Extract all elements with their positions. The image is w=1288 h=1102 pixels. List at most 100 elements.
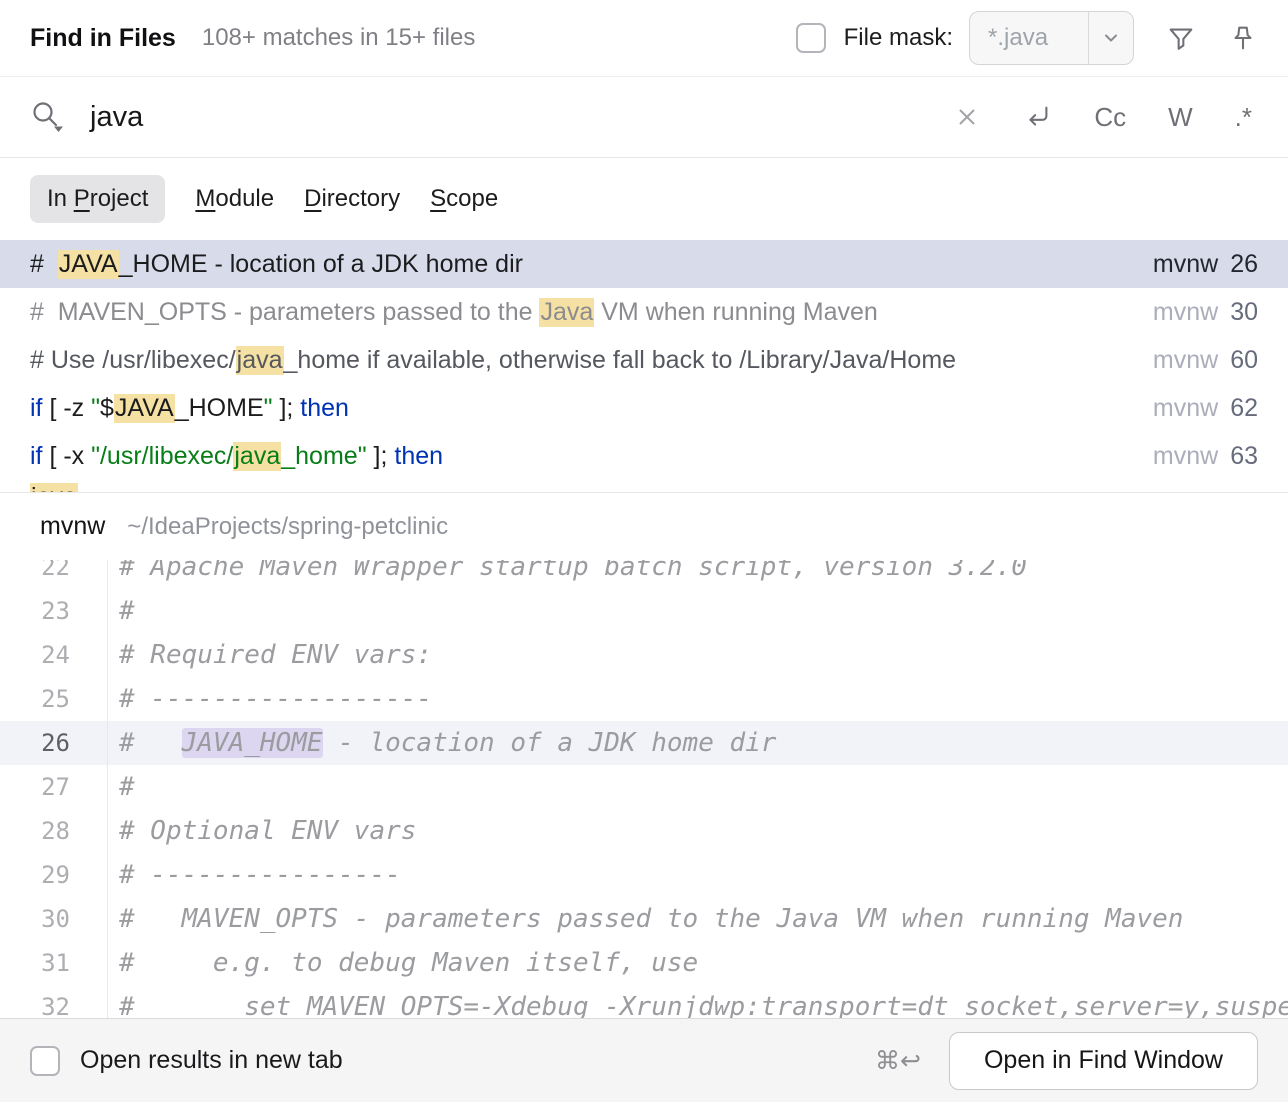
file-mask-combobox[interactable]: *.java bbox=[969, 11, 1134, 65]
tab-mnemonic: P bbox=[74, 185, 90, 212]
chevron-down-icon bbox=[1101, 28, 1121, 48]
filter-button[interactable] bbox=[1166, 23, 1196, 53]
match-highlight: JAVA bbox=[58, 250, 119, 279]
result-row[interactable]: # MAVEN_OPTS - parameters passed to the … bbox=[0, 288, 1288, 336]
pin-button[interactable] bbox=[1228, 23, 1258, 53]
result-row[interactable]: if [ -z "$JAVA_HOME" ]; then mvnw 62 bbox=[0, 384, 1288, 432]
match-case-toggle[interactable]: Cc bbox=[1094, 102, 1126, 133]
result-row[interactable]: # JAVA_HOME - location of a JDK home dir… bbox=[0, 240, 1288, 288]
line-number: 30 bbox=[0, 897, 108, 941]
result-location: mvnw 60 bbox=[1133, 346, 1258, 375]
page-title: Find in Files bbox=[30, 24, 176, 53]
result-line-number: 62 bbox=[1230, 394, 1258, 423]
match-highlight: Java bbox=[539, 298, 594, 327]
editor-line[interactable]: 24# Required ENV vars: bbox=[0, 633, 1288, 677]
editor-line[interactable]: 25# ------------------ bbox=[0, 677, 1288, 721]
line-number: 23 bbox=[0, 589, 108, 633]
result-file-name: mvnw bbox=[1153, 394, 1218, 423]
result-location: mvnw30 bbox=[1133, 298, 1258, 327]
tab-mnemonic: S bbox=[430, 185, 446, 212]
editor-line[interactable]: 23# bbox=[0, 589, 1288, 633]
line-number: 28 bbox=[0, 809, 108, 853]
preview-file-name: mvnw bbox=[40, 512, 105, 541]
open-in-new-tab-checkbox[interactable] bbox=[30, 1046, 60, 1076]
line-number: 31 bbox=[0, 941, 108, 985]
dialog-header: Find in Files 108+ matches in 15+ files … bbox=[0, 0, 1288, 77]
result-text: if [ -x "/usr/libexec/java_home" ]; then bbox=[30, 442, 443, 471]
search-icon[interactable] bbox=[30, 99, 66, 135]
regex-toggle[interactable]: .* bbox=[1235, 102, 1252, 133]
file-mask-checkbox[interactable] bbox=[796, 23, 826, 53]
code-text: # Optional ENV vars bbox=[108, 809, 1288, 853]
code-text: # set MAVEN_OPTS=-Xdebug -Xrunjdwp:trans… bbox=[108, 985, 1288, 1018]
whole-words-toggle[interactable]: W bbox=[1168, 102, 1193, 133]
pin-icon bbox=[1228, 23, 1258, 53]
find-in-files-dialog: Find in Files 108+ matches in 15+ files … bbox=[0, 0, 1288, 1102]
scope-tab-module[interactable]: Module bbox=[195, 175, 274, 223]
editor-line[interactable]: 28# Optional ENV vars bbox=[0, 809, 1288, 853]
dialog-footer: Open results in new tab ⌘↩ Open in Find … bbox=[0, 1018, 1288, 1102]
filter-funnel-icon bbox=[1166, 23, 1196, 53]
preview-file-path: ~/IdeaProjects/spring-petclinic bbox=[127, 513, 448, 541]
editor-line[interactable]: 32# set MAVEN_OPTS=-Xdebug -Xrunjdwp:tra… bbox=[0, 985, 1288, 1018]
result-text: # JAVA_HOME - location of a JDK home dir bbox=[30, 250, 523, 279]
code-text: # ---------------- bbox=[108, 853, 1288, 897]
result-file-name: mvnw bbox=[1153, 250, 1218, 279]
code-text: # Apache Maven Wrapper startup batch scr… bbox=[108, 560, 1288, 589]
editor-line[interactable]: 26# JAVA_HOME - location of a JDK home d… bbox=[0, 721, 1288, 765]
file-mask-dropdown-button[interactable] bbox=[1089, 12, 1133, 64]
open-in-new-tab-label: Open results in new tab bbox=[80, 1046, 343, 1075]
editor-line[interactable]: 27# bbox=[0, 765, 1288, 809]
result-text: # MAVEN_OPTS - parameters passed to the … bbox=[30, 298, 878, 327]
match-highlight: JAVA bbox=[114, 394, 175, 423]
clear-search-icon[interactable] bbox=[954, 104, 980, 130]
editor-line[interactable]: 22# Apache Maven Wrapper startup batch s… bbox=[0, 560, 1288, 589]
result-line-number: 26 bbox=[1230, 250, 1258, 279]
shortcut-hint: ⌘↩ bbox=[875, 1046, 921, 1076]
scope-tabs: In Project Module Directory Scope bbox=[0, 158, 1288, 240]
line-number: 22 bbox=[0, 560, 108, 589]
result-text: java bbox=[30, 483, 78, 492]
match-highlight: java bbox=[30, 483, 78, 492]
scope-tab-in-project[interactable]: In Project bbox=[30, 175, 165, 223]
result-file-name: mvnw bbox=[1153, 346, 1218, 375]
preview-header: mvnw ~/IdeaProjects/spring-petclinic bbox=[0, 493, 1288, 560]
newline-icon[interactable] bbox=[1022, 102, 1052, 132]
result-row[interactable]: java bbox=[0, 480, 1288, 492]
editor-line[interactable]: 29# ---------------- bbox=[0, 853, 1288, 897]
line-number: 25 bbox=[0, 677, 108, 721]
editor-line[interactable]: 30# MAVEN_OPTS - parameters passed to th… bbox=[0, 897, 1288, 941]
line-number: 29 bbox=[0, 853, 108, 897]
code-text: # MAVEN_OPTS - parameters passed to the … bbox=[108, 897, 1288, 941]
result-location: mvnw 26 bbox=[1133, 250, 1258, 279]
match-highlight: java bbox=[236, 346, 284, 375]
editor-lines: 22# Apache Maven Wrapper startup batch s… bbox=[0, 560, 1288, 1018]
scope-tab-scope[interactable]: Scope bbox=[430, 175, 498, 223]
result-row[interactable]: # Use /usr/libexec/java_home if availabl… bbox=[0, 336, 1288, 384]
header-controls: File mask: *.java bbox=[796, 11, 1258, 65]
code-text: # Required ENV vars: bbox=[108, 633, 1288, 677]
footer-actions: ⌘↩ Open in Find Window bbox=[875, 1032, 1258, 1090]
tab-mnemonic: D bbox=[304, 185, 321, 212]
code-text: # ------------------ bbox=[108, 677, 1288, 721]
result-line-number: 60 bbox=[1230, 346, 1258, 375]
result-location: mvnw 62 bbox=[1133, 394, 1258, 423]
match-highlight: java bbox=[233, 442, 281, 471]
file-mask-value: *.java bbox=[970, 24, 1088, 52]
result-line-number: 30 bbox=[1230, 298, 1258, 327]
result-file-name: mvnw bbox=[1153, 442, 1218, 471]
result-row[interactable]: if [ -x "/usr/libexec/java_home" ]; then… bbox=[0, 432, 1288, 480]
search-row: java Cc W .* bbox=[0, 77, 1288, 158]
code-text: # bbox=[108, 765, 1288, 809]
identifier-selection: JAVA_HOME bbox=[182, 728, 323, 758]
match-summary: 108+ matches in 15+ files bbox=[202, 24, 476, 52]
open-in-find-window-button[interactable]: Open in Find Window bbox=[949, 1032, 1258, 1090]
scope-tab-directory[interactable]: Directory bbox=[304, 175, 400, 223]
code-preview: 22# Apache Maven Wrapper startup batch s… bbox=[0, 560, 1288, 1018]
result-text: # Use /usr/libexec/java_home if availabl… bbox=[30, 346, 956, 375]
file-mask-label: File mask: bbox=[844, 24, 953, 52]
search-input[interactable]: java bbox=[90, 101, 143, 134]
editor-line[interactable]: 31# e.g. to debug Maven itself, use bbox=[0, 941, 1288, 985]
line-number: 26 bbox=[0, 721, 108, 765]
result-text: if [ -z "$JAVA_HOME" ]; then bbox=[30, 394, 349, 423]
